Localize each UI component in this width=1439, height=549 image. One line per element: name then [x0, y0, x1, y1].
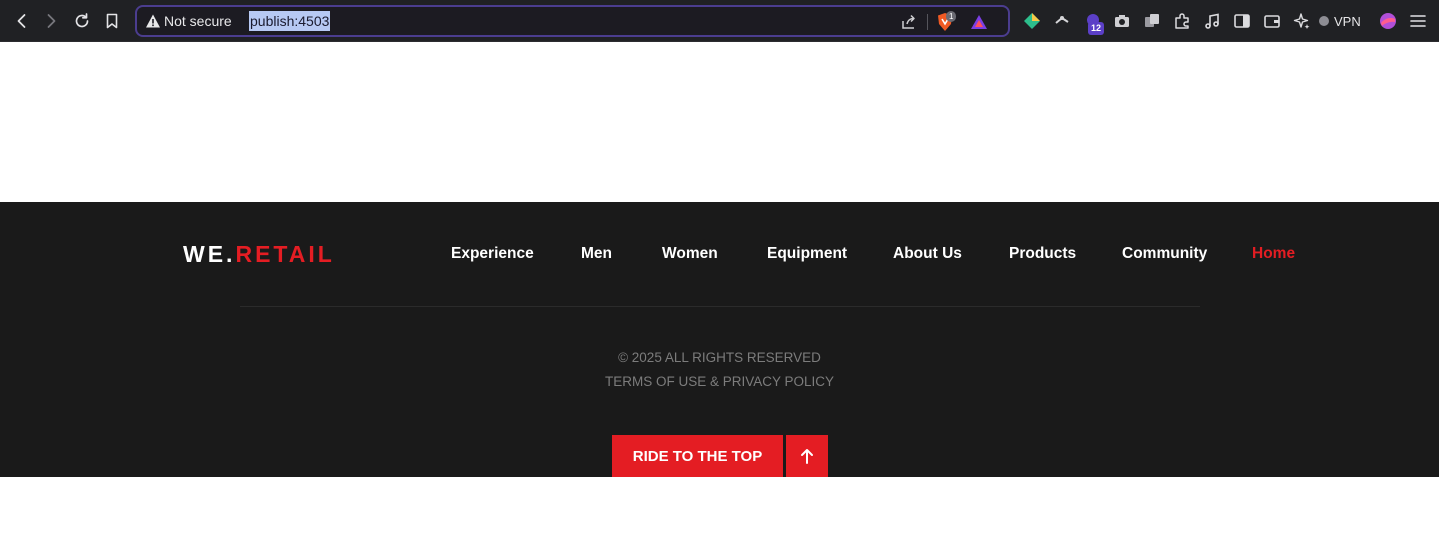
copy-icon — [1145, 14, 1159, 27]
vpn-icon — [1319, 16, 1329, 26]
back-button[interactable] — [9, 8, 35, 34]
media-button[interactable] — [1201, 10, 1223, 32]
footer-nav-products[interactable]: Products — [1009, 245, 1076, 263]
site-footer: WE.RETAIL Experience Men Women Equipment… — [0, 202, 1439, 477]
profile-icon — [1380, 13, 1396, 29]
footer-navigation: Experience Men Women Equipment About Us … — [0, 245, 1439, 265]
sidebar-button[interactable] — [1231, 10, 1253, 32]
extension-tool[interactable] — [1051, 10, 1073, 32]
back-icon — [17, 14, 26, 28]
brave-rewards-button[interactable] — [969, 12, 989, 32]
copy-button[interactable] — [1141, 10, 1163, 32]
arrow-up-icon — [801, 449, 813, 464]
music-icon — [1205, 13, 1219, 29]
reload-icon — [75, 13, 89, 28]
sidebar-icon — [1234, 14, 1250, 28]
page-bottom-area — [0, 477, 1439, 549]
extensions-button[interactable] — [1171, 10, 1193, 32]
footer-nav-women[interactable]: Women — [662, 245, 718, 263]
extension-tool-icon — [1055, 16, 1069, 24]
extension-diamond[interactable] — [1021, 10, 1043, 32]
warning-icon — [146, 14, 160, 28]
share-button[interactable] — [899, 12, 919, 32]
footer-nav-community[interactable]: Community — [1122, 245, 1207, 263]
footer-divider — [240, 306, 1200, 307]
scroll-top-arrow-button[interactable] — [786, 435, 828, 477]
bookmark-button[interactable] — [99, 8, 125, 34]
menu-icon — [1410, 15, 1426, 27]
address-bar[interactable]: Not secure publish:4503 1 — [135, 5, 1010, 37]
reload-button[interactable] — [69, 8, 95, 34]
brave-rewards-icon — [971, 15, 987, 29]
page-body — [0, 42, 1439, 202]
forward-button[interactable] — [38, 8, 64, 34]
vpn-label: VPN — [1334, 13, 1361, 29]
url-text[interactable]: publish:4503 — [249, 11, 331, 31]
extension-count-badge: 12 — [1088, 22, 1105, 35]
camera-icon — [1115, 15, 1129, 27]
forward-icon — [47, 14, 56, 28]
leo-ai-icon — [1293, 13, 1310, 29]
vpn-button[interactable]: VPN — [1319, 10, 1361, 32]
footer-nav-home[interactable]: Home — [1252, 245, 1295, 263]
footer-nav-equipment[interactable]: Equipment — [767, 245, 847, 263]
shield-count: 1 — [946, 11, 957, 22]
wallet-button[interactable] — [1261, 10, 1283, 32]
puzzle-icon — [1175, 13, 1189, 29]
footer-nav-about-us[interactable]: About Us — [893, 245, 962, 263]
wallet-icon — [1264, 15, 1280, 28]
legal-links[interactable]: TERMS OF USE & PRIVACY POLICY — [0, 374, 1439, 389]
footer-nav-experience[interactable]: Experience — [451, 245, 534, 263]
ride-to-top-button[interactable]: RIDE TO THE TOP — [612, 435, 783, 477]
leo-ai-button[interactable] — [1291, 10, 1313, 32]
browser-toolbar: Not secure publish:4503 1 12 VPN — [0, 0, 1439, 42]
bookmark-icon — [106, 13, 118, 29]
menu-button[interactable] — [1407, 10, 1429, 32]
security-label[interactable]: Not secure — [164, 13, 232, 29]
footer-nav-men[interactable]: Men — [581, 245, 612, 263]
profile-button[interactable] — [1377, 10, 1399, 32]
copyright-text: © 2025 ALL RIGHTS RESERVED — [618, 350, 821, 365]
share-icon — [902, 14, 915, 29]
extension-diamond-icon — [1024, 13, 1040, 29]
brave-shields-button[interactable]: 1 — [935, 11, 957, 32]
omnibox-separator — [927, 14, 928, 30]
screenshot-button[interactable] — [1111, 10, 1133, 32]
